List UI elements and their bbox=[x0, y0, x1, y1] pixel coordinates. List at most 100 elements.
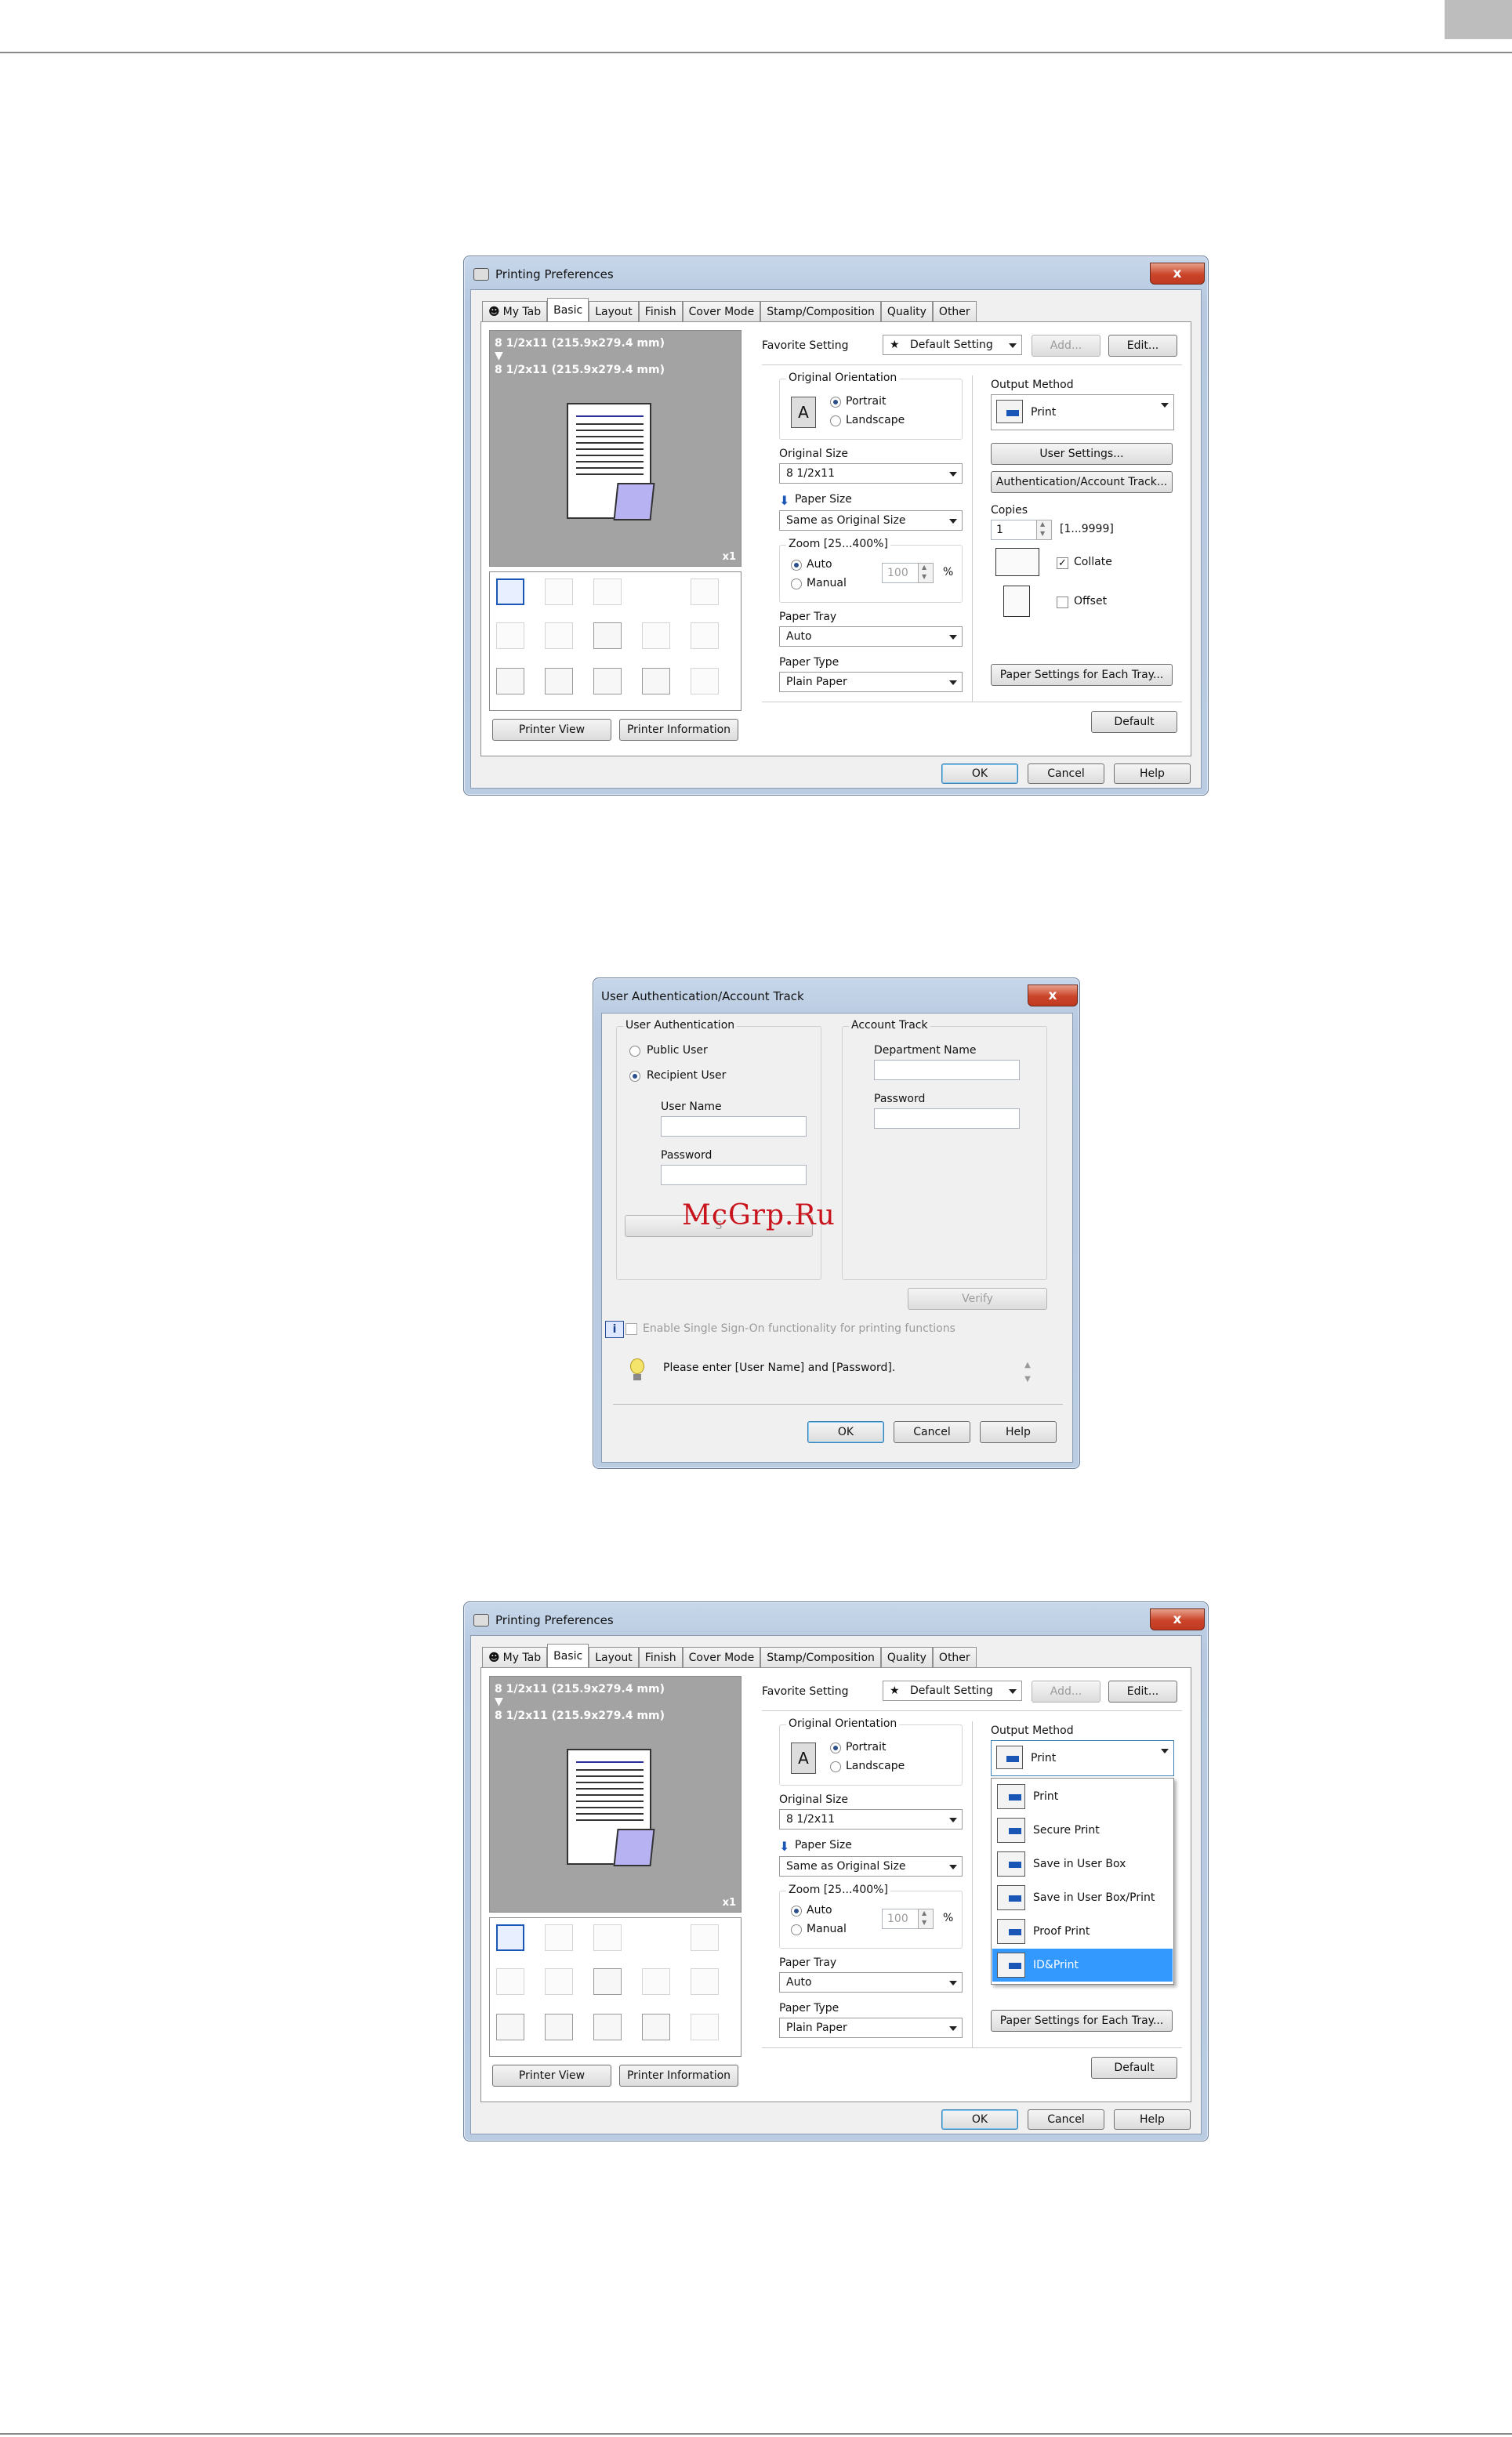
offset-checkbox[interactable] bbox=[1057, 597, 1068, 608]
help-button[interactable]: Help bbox=[980, 1421, 1057, 1443]
verify-button[interactable]: Verify bbox=[908, 1288, 1047, 1310]
landscape-radio[interactable] bbox=[830, 1761, 841, 1772]
option-print[interactable]: Print bbox=[992, 1780, 1173, 1813]
text-stamp-icon[interactable] bbox=[593, 622, 622, 649]
duplex-icon[interactable] bbox=[545, 578, 573, 605]
tab-layout[interactable]: Layout bbox=[589, 301, 639, 321]
paper-settings-each-tray-button[interactable]: Paper Settings for Each Tray... bbox=[991, 664, 1173, 686]
output-print-icon[interactable] bbox=[496, 1924, 524, 1951]
staple-icon[interactable] bbox=[691, 1924, 719, 1951]
favorite-setting-select[interactable]: ★ Default Setting bbox=[883, 335, 1022, 355]
user-auth-icon[interactable] bbox=[545, 2014, 573, 2040]
help-button[interactable]: Help bbox=[1114, 2109, 1191, 2130]
close-button[interactable]: x bbox=[1150, 263, 1205, 285]
combine-icon[interactable] bbox=[593, 1924, 622, 1951]
collate-checkbox[interactable]: ✓ bbox=[1057, 557, 1068, 569]
staple-icon[interactable] bbox=[691, 578, 719, 605]
landscape-radio[interactable] bbox=[830, 415, 841, 426]
authentication-account-track-button[interactable]: Authentication/Account Track... bbox=[991, 471, 1173, 493]
user-name-input[interactable] bbox=[661, 1116, 807, 1137]
copies-spinner[interactable] bbox=[1036, 520, 1052, 540]
paper-size-select[interactable]: Same as Original Size bbox=[779, 510, 963, 531]
output-method-select[interactable]: Print bbox=[991, 394, 1174, 430]
portrait-radio[interactable] bbox=[830, 397, 841, 408]
duplex-icon[interactable] bbox=[545, 1924, 573, 1951]
paper-settings-each-tray-button[interactable]: Paper Settings for Each Tray... bbox=[991, 2010, 1173, 2032]
zoom-value-input[interactable]: 100 bbox=[882, 1909, 919, 1929]
public-user-radio[interactable] bbox=[629, 1046, 640, 1057]
tab-stamp-composition[interactable]: Stamp/Composition bbox=[760, 1647, 881, 1667]
ok-button[interactable]: OK bbox=[807, 1421, 884, 1443]
copy-icon[interactable] bbox=[496, 1968, 524, 1995]
tab-my-tab[interactable]: ☻ My Tab bbox=[482, 301, 548, 321]
settings-icon[interactable] bbox=[642, 668, 670, 694]
password-input[interactable] bbox=[661, 1165, 807, 1185]
copies-input[interactable]: 1 bbox=[991, 520, 1038, 540]
edit-button[interactable]: Edit... bbox=[1108, 335, 1177, 357]
edit-button[interactable]: Edit... bbox=[1108, 1681, 1177, 1703]
printer-view-button[interactable]: Printer View bbox=[492, 2065, 611, 2087]
portrait-radio[interactable] bbox=[830, 1743, 841, 1753]
user-auth-icon[interactable] bbox=[545, 668, 573, 694]
paper-size-select[interactable]: Same as Original Size bbox=[779, 1856, 963, 1877]
watermark-icon[interactable] bbox=[642, 622, 670, 649]
tab-basic[interactable]: Basic bbox=[547, 298, 589, 321]
printer-view-button[interactable]: Printer View bbox=[492, 719, 611, 741]
settings-icon[interactable] bbox=[642, 2014, 670, 2040]
zoom-manual-radio[interactable] bbox=[791, 578, 802, 589]
option-save-in-user-box[interactable]: Save in User Box bbox=[992, 1848, 1173, 1880]
sort-icon[interactable] bbox=[545, 622, 573, 649]
close-button[interactable]: x bbox=[1028, 985, 1078, 1006]
zoom-auto-radio[interactable] bbox=[791, 1906, 802, 1917]
ok-button[interactable]: OK bbox=[941, 2109, 1018, 2130]
paper-tray-select[interactable]: Auto bbox=[779, 626, 963, 647]
default-button[interactable]: Default bbox=[1091, 2057, 1177, 2079]
zoom-value-input[interactable]: 100 bbox=[882, 563, 919, 583]
help-button[interactable]: Help bbox=[1114, 763, 1191, 784]
tab-cover-mode[interactable]: Cover Mode bbox=[682, 1647, 761, 1667]
tab-layout[interactable]: Layout bbox=[589, 1647, 639, 1667]
hint-scrollbar[interactable]: ▲ ▼ bbox=[1022, 1358, 1033, 1390]
tab-finish[interactable]: Finish bbox=[638, 1647, 683, 1667]
tab-finish[interactable]: Finish bbox=[638, 301, 683, 321]
zoom-manual-radio[interactable] bbox=[791, 1924, 802, 1935]
option-id-print[interactable]: ID&Print bbox=[992, 1949, 1173, 1982]
cancel-button[interactable]: Cancel bbox=[894, 1421, 970, 1443]
blank-page-icon[interactable] bbox=[691, 668, 719, 694]
paper-type-select[interactable]: Plain Paper bbox=[779, 672, 963, 692]
copy-icon[interactable] bbox=[496, 622, 524, 649]
option-save-in-user-box-print[interactable]: Save in User Box/Print bbox=[992, 1881, 1173, 1914]
lock-icon[interactable] bbox=[691, 1968, 719, 1995]
original-size-select[interactable]: 8 1/2x11 bbox=[779, 463, 963, 484]
tab-basic[interactable]: Basic bbox=[547, 1644, 589, 1667]
cancel-button[interactable]: Cancel bbox=[1028, 2109, 1104, 2130]
printer-information-button[interactable]: Printer Information bbox=[619, 2065, 738, 2087]
close-button[interactable]: x bbox=[1150, 1608, 1205, 1630]
add-button[interactable]: Add... bbox=[1032, 1681, 1100, 1703]
zoom-spinner[interactable] bbox=[918, 563, 934, 583]
output-method-select-open[interactable]: Print bbox=[991, 1740, 1174, 1776]
paper-tray-icon[interactable] bbox=[496, 2014, 524, 2040]
department-name-input[interactable] bbox=[874, 1060, 1020, 1080]
tab-quality[interactable]: Quality bbox=[880, 301, 933, 321]
default-button[interactable]: Default bbox=[1091, 711, 1177, 733]
combine-icon[interactable] bbox=[593, 578, 622, 605]
option-secure-print[interactable]: Secure Print bbox=[992, 1814, 1173, 1847]
option-proof-print[interactable]: Proof Print bbox=[992, 1915, 1173, 1948]
account-track-icon[interactable] bbox=[593, 2014, 622, 2040]
blank-page-icon[interactable] bbox=[691, 2014, 719, 2040]
cancel-button[interactable]: Cancel bbox=[1028, 763, 1104, 784]
text-stamp-icon[interactable] bbox=[593, 1968, 622, 1995]
tab-other[interactable]: Other bbox=[932, 1647, 977, 1667]
favorite-setting-select[interactable]: ★ Default Setting bbox=[883, 1681, 1022, 1701]
zoom-spinner[interactable] bbox=[918, 1909, 934, 1929]
output-print-icon[interactable] bbox=[496, 578, 524, 605]
recipient-user-radio[interactable] bbox=[629, 1071, 640, 1082]
tab-my-tab[interactable]: ☻ My Tab bbox=[482, 1647, 548, 1667]
ok-button[interactable]: OK bbox=[941, 763, 1018, 784]
paper-tray-select[interactable]: Auto bbox=[779, 1972, 963, 1993]
paper-type-select[interactable]: Plain Paper bbox=[779, 2018, 963, 2038]
tab-other[interactable]: Other bbox=[932, 301, 977, 321]
tab-cover-mode[interactable]: Cover Mode bbox=[682, 301, 761, 321]
add-button[interactable]: Add... bbox=[1032, 335, 1100, 357]
